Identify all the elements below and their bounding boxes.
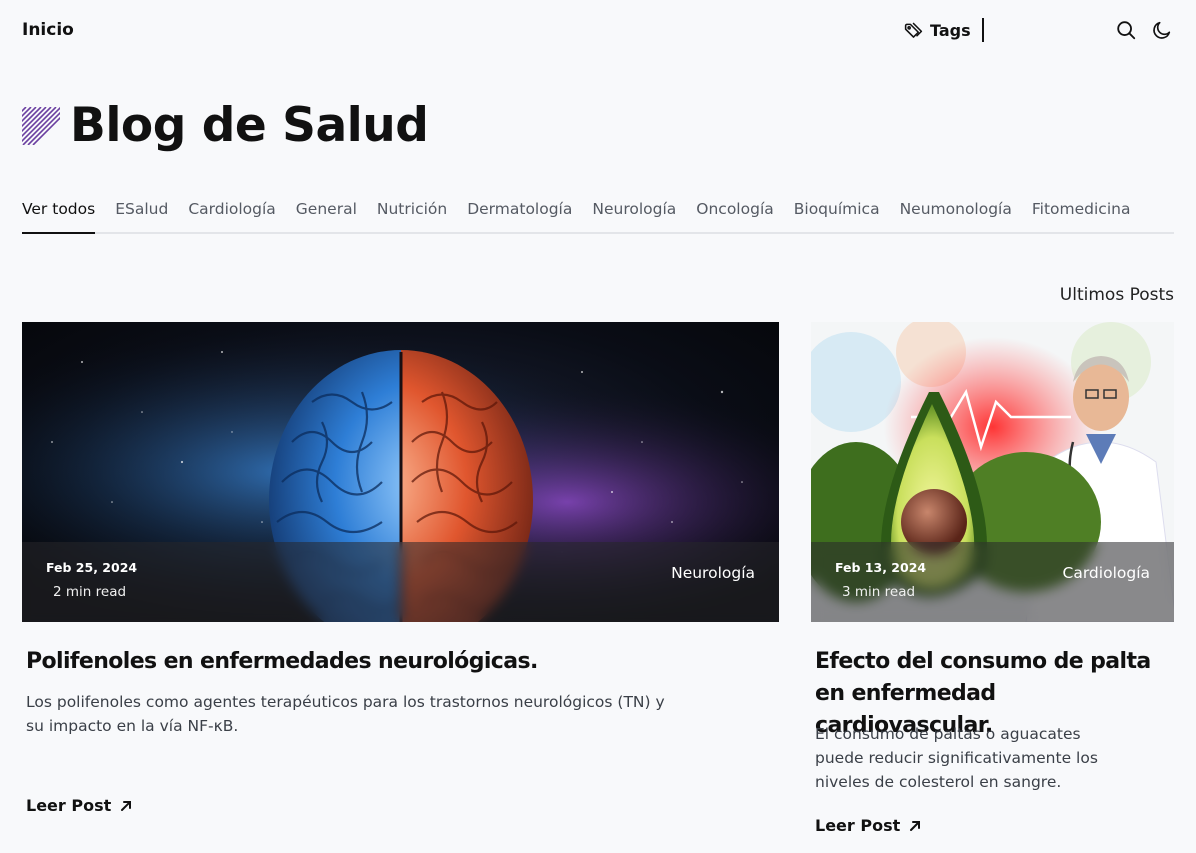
arrow-up-right-icon [121,800,132,811]
post-title[interactable]: Polifenoles en enfermedades neurológicas… [26,646,766,678]
read-post-link[interactable]: Leer Post [815,816,922,835]
category-tabs: Ver todos ESalud Cardiología General Nut… [22,196,1174,234]
post-date: Feb 25, 2024 [46,560,138,575]
theme-toggle-button[interactable] [1150,18,1174,42]
tags-icon [904,22,923,38]
tab-ver-todos[interactable]: Ver todos [22,196,96,234]
post-description: Los polifenoles como agentes terapéutico… [26,693,665,735]
tab-nutricion[interactable]: Nutrición [377,196,447,234]
section-title: Ultimos Posts [1059,285,1174,305]
tab-general[interactable]: General [296,196,357,234]
arrow-up-right-icon [910,820,921,831]
post-card-image[interactable]: Feb 13, 2024 3 min read Cardiología [811,322,1174,622]
tab-fitomedicina[interactable]: Fitomedicina [1032,196,1131,234]
moon-icon [1153,21,1171,39]
tab-cardiologia[interactable]: Cardiología [188,196,275,234]
post-date: Feb 13, 2024 [835,560,927,575]
post-meta-overlay: Feb 25, 2024 2 min read Neurología [22,542,779,622]
read-post-label: Leer Post [26,796,112,815]
tab-neumonologia[interactable]: Neumonología [900,196,1012,234]
site-header: Inicio Tags [0,0,1196,62]
tags-link[interactable]: Tags [903,20,971,41]
header-divider [982,18,984,42]
search-icon [1117,21,1136,40]
post-read-time: 3 min read [842,584,916,600]
home-link[interactable]: Inicio [22,20,74,40]
tags-label: Tags [930,21,971,40]
post-meta-overlay: Feb 13, 2024 3 min read Cardiología [811,542,1174,622]
search-button[interactable] [1114,18,1138,42]
page-heading: Blog de Salud [22,98,429,154]
hatch-decoration-icon [22,107,60,145]
tab-oncologia[interactable]: Oncología [696,196,773,234]
post-read-time: 2 min read [53,584,127,600]
tab-esalud[interactable]: ESalud [115,196,168,234]
post-description: El consumo de paltas o aguacates puede r… [815,725,1098,791]
read-post-link[interactable]: Leer Post [26,796,133,815]
tab-neurologia[interactable]: Neurología [592,196,676,234]
post-card-image[interactable]: Feb 25, 2024 2 min read Neurología [22,322,779,622]
post-category[interactable]: Cardiología [1063,564,1150,582]
post-category[interactable]: Neurología [671,564,755,582]
tab-dermatologia[interactable]: Dermatología [467,196,572,234]
tab-bioquimica[interactable]: Bioquímica [794,196,880,234]
read-post-label: Leer Post [815,816,901,835]
page-title: Blog de Salud [70,98,429,153]
